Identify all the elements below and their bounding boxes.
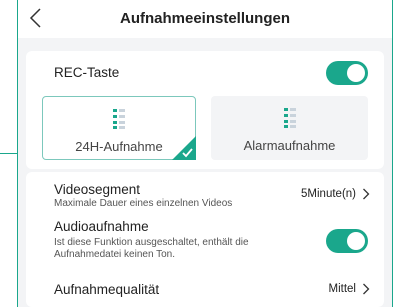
- mode-alarm-recording[interactable]: Alarmaufnahme: [211, 96, 368, 160]
- chevron-right-icon: [363, 188, 370, 200]
- checkmark-icon: [172, 136, 196, 160]
- rec-button-toggle[interactable]: [326, 61, 368, 85]
- mode-label: Alarmaufnahme: [243, 138, 336, 153]
- recording-quality-label: Aufnahmequalität: [54, 282, 160, 297]
- recording-quality-row[interactable]: Aufnahmequalität Mittel: [26, 272, 384, 307]
- toggle-knob: [347, 64, 365, 82]
- audio-recording-label: Audioaufnahme: [54, 219, 149, 234]
- video-segment-row[interactable]: Videosegment Maximale Dauer eines einzel…: [26, 172, 384, 212]
- mode-24h-recording[interactable]: 24H-Aufnahme: [42, 96, 196, 160]
- video-segment-value: 5Minute(n): [301, 188, 356, 200]
- list-icon: [113, 109, 125, 129]
- audio-recording-toggle[interactable]: [326, 229, 368, 253]
- audio-recording-description-line1: Ist diese Funktion ausgeschaltet, enthäl…: [54, 237, 249, 248]
- toggle-knob: [347, 232, 365, 250]
- chevron-right-icon: [363, 283, 370, 295]
- recording-quality-value: Mittel: [328, 283, 356, 295]
- audio-recording-description-line2: Aufnahmedatei keinen Ton.: [54, 249, 176, 260]
- video-segment-label: Videosegment: [54, 182, 141, 197]
- header: Aufnahmeeinstellungen: [18, 0, 392, 38]
- connector-line: [0, 153, 17, 154]
- list-icon: [283, 108, 296, 128]
- audio-recording-row: Audioaufnahme Ist diese Funktion ausgesc…: [26, 216, 384, 266]
- page-title: Aufnahmeeinstellungen: [119, 10, 291, 27]
- settings-list: Videosegment Maximale Dauer eines einzel…: [26, 172, 384, 307]
- rec-button-label: REC-Taste: [54, 65, 120, 80]
- recording-mode-card: REC-Taste 24H-Aufnahme Alarmaufnahme: [26, 51, 384, 169]
- settings-screen: Aufnahmeeinstellungen REC-Taste 24H-Aufn…: [17, 0, 393, 307]
- video-segment-description: Maximale Dauer eines einzelnen Videos: [54, 198, 233, 209]
